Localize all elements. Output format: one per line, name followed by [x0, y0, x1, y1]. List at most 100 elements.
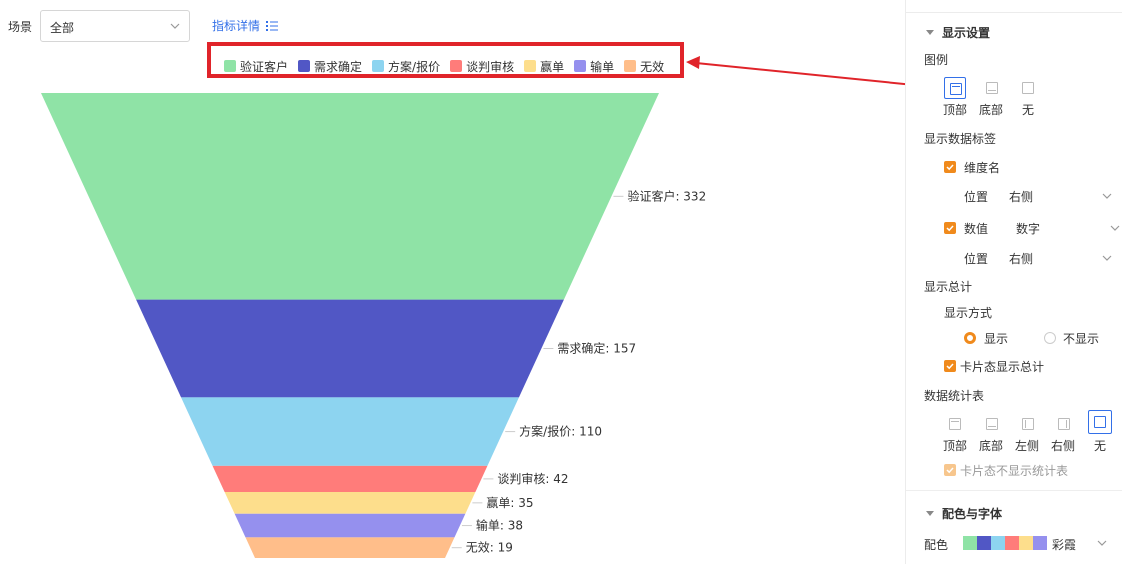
color-font-title: 配色与字体 [942, 507, 1003, 521]
position-select-1-value: 右侧 [1009, 190, 1034, 204]
dimension-name-checkbox[interactable] [944, 161, 956, 173]
layout-icon [986, 418, 998, 430]
legend-item[interactable]: 无效 [624, 58, 664, 75]
legend-label: 方案/报价 [388, 59, 441, 74]
total-show-radio[interactable] [964, 332, 976, 344]
layout-icon [1094, 416, 1106, 428]
legend-label: 输单 [590, 59, 615, 74]
legend-item[interactable]: 谈判审核 [450, 58, 514, 75]
bar-mark [988, 426, 996, 427]
funnel-segment[interactable] [234, 513, 466, 538]
card-hide-stats-checkbox[interactable] [944, 464, 956, 476]
legend-swatch [524, 60, 537, 72]
funnel-data-label: 方案/报价: 110 [519, 424, 602, 439]
legend-top-option[interactable] [944, 77, 966, 99]
value-checkbox[interactable] [944, 222, 956, 234]
stats-none-label: 无 [1094, 439, 1107, 453]
funnel-segment[interactable] [224, 491, 476, 514]
legend-item[interactable]: 方案/报价 [372, 58, 440, 75]
total-show-label: 显示 [984, 332, 1009, 346]
legend-item[interactable]: 需求确定 [298, 58, 362, 75]
scene-select[interactable]: 全部 [40, 10, 190, 42]
chart-area: 场景 全部 指标详情 验证客户 需求确定 方案/报价 谈判审核 赢单 输单 无效… [0, 0, 905, 564]
legend-item[interactable]: 验证客户 [224, 58, 288, 75]
legend-item[interactable]: 赢单 [524, 58, 564, 75]
bar-mark [951, 421, 959, 422]
funnel-segment[interactable] [245, 537, 455, 558]
legend-top-label: 顶部 [943, 103, 968, 117]
value-format-select[interactable]: 数字 [1012, 215, 1122, 237]
legend-none-option[interactable] [1017, 77, 1039, 99]
total-hide-radio[interactable] [1044, 332, 1056, 344]
funnel-data-label: 需求确定: 157 [557, 340, 636, 355]
palette-swatch [963, 536, 977, 550]
stats-top-option[interactable] [944, 413, 966, 435]
chevron-down-icon [1102, 255, 1112, 261]
chevron-down-icon [170, 23, 180, 29]
legend-swatch [298, 60, 311, 72]
layout-icon [1022, 418, 1034, 430]
funnel-chart: 验证客户: 332 需求确定: 157 方案/报价: 110 谈判审核: 42 赢单: … [41, 93, 706, 558]
stats-bottom-option[interactable] [981, 413, 1003, 435]
legend-none-label: 无 [1022, 103, 1035, 117]
bar-mark [1066, 420, 1067, 428]
caret-down-icon [926, 511, 934, 516]
position-select-2-value: 右侧 [1009, 252, 1034, 266]
total-hide-label: 不显示 [1063, 332, 1100, 346]
funnel-segment[interactable] [181, 397, 519, 466]
legend-item[interactable]: 输单 [574, 58, 614, 75]
layout-icon [949, 418, 961, 430]
stats-left-label: 左侧 [1015, 439, 1040, 453]
stats-none-option[interactable] [1088, 410, 1112, 434]
stats-table-setting-label: 数据统计表 [924, 389, 985, 403]
check-icon [946, 363, 954, 370]
total-setting-label: 显示总计 [924, 280, 973, 294]
scene-select-value: 全部 [50, 21, 75, 35]
display-settings-header[interactable]: 显示设置 [926, 24, 990, 41]
position-label-1: 位置 [964, 190, 989, 204]
position-label-2: 位置 [964, 252, 989, 266]
funnel-segment[interactable] [136, 299, 564, 398]
layout-icon [950, 83, 962, 95]
legend-bottom-option[interactable] [981, 77, 1003, 99]
dimension-name-label: 维度名 [964, 161, 1001, 175]
card-total-label: 卡片态显示总计 [960, 360, 1045, 374]
position-select-1[interactable]: 右侧 [1006, 184, 1116, 206]
chevron-down-icon [1110, 225, 1120, 231]
legend-swatch [372, 60, 385, 72]
value-label: 数值 [964, 222, 989, 236]
funnel-data-label: 无效: 19 [466, 540, 513, 555]
display-settings-title: 显示设置 [942, 26, 991, 40]
bar-mark [952, 86, 960, 87]
panel-divider [906, 12, 1122, 13]
color-font-header[interactable]: 配色与字体 [926, 505, 1002, 522]
funnel-data-label: 谈判审核: 42 [497, 471, 568, 486]
check-icon [946, 467, 954, 474]
panel-divider [906, 490, 1122, 491]
stats-right-option[interactable] [1053, 413, 1075, 435]
metric-detail-link[interactable]: 指标详情 [212, 17, 279, 34]
funnel-data-label: 验证客户: 332 [627, 188, 706, 203]
card-total-checkbox[interactable] [944, 360, 956, 372]
card-hide-stats-label: 卡片态不显示统计表 [960, 464, 1069, 478]
palette-label: 配色 [924, 538, 949, 552]
stats-left-option[interactable] [1017, 413, 1039, 435]
metric-detail-label: 指标详情 [212, 19, 261, 33]
position-select-2[interactable]: 右侧 [1006, 246, 1116, 268]
legend-swatch [574, 60, 587, 72]
legend-bottom-label: 底部 [979, 103, 1004, 117]
palette-swatch [1033, 536, 1047, 550]
legend-label: 谈判审核 [466, 59, 515, 74]
funnel-data-label: 输单: 38 [476, 518, 523, 533]
total-mode-label: 显示方式 [944, 306, 993, 320]
palette-swatches[interactable] [963, 536, 1047, 550]
legend-setting-label: 图例 [924, 53, 949, 67]
bar-mark [1025, 420, 1026, 428]
chevron-down-icon [1102, 193, 1112, 199]
funnel-segment[interactable] [41, 93, 659, 300]
chart-legend: 验证客户 需求确定 方案/报价 谈判审核 赢单 输单 无效 [224, 58, 674, 74]
funnel-segment[interactable] [212, 465, 488, 492]
palette-swatch [1019, 536, 1033, 550]
funnel-data-label: 赢单: 35 [486, 495, 533, 510]
chevron-down-icon[interactable] [1097, 540, 1107, 546]
